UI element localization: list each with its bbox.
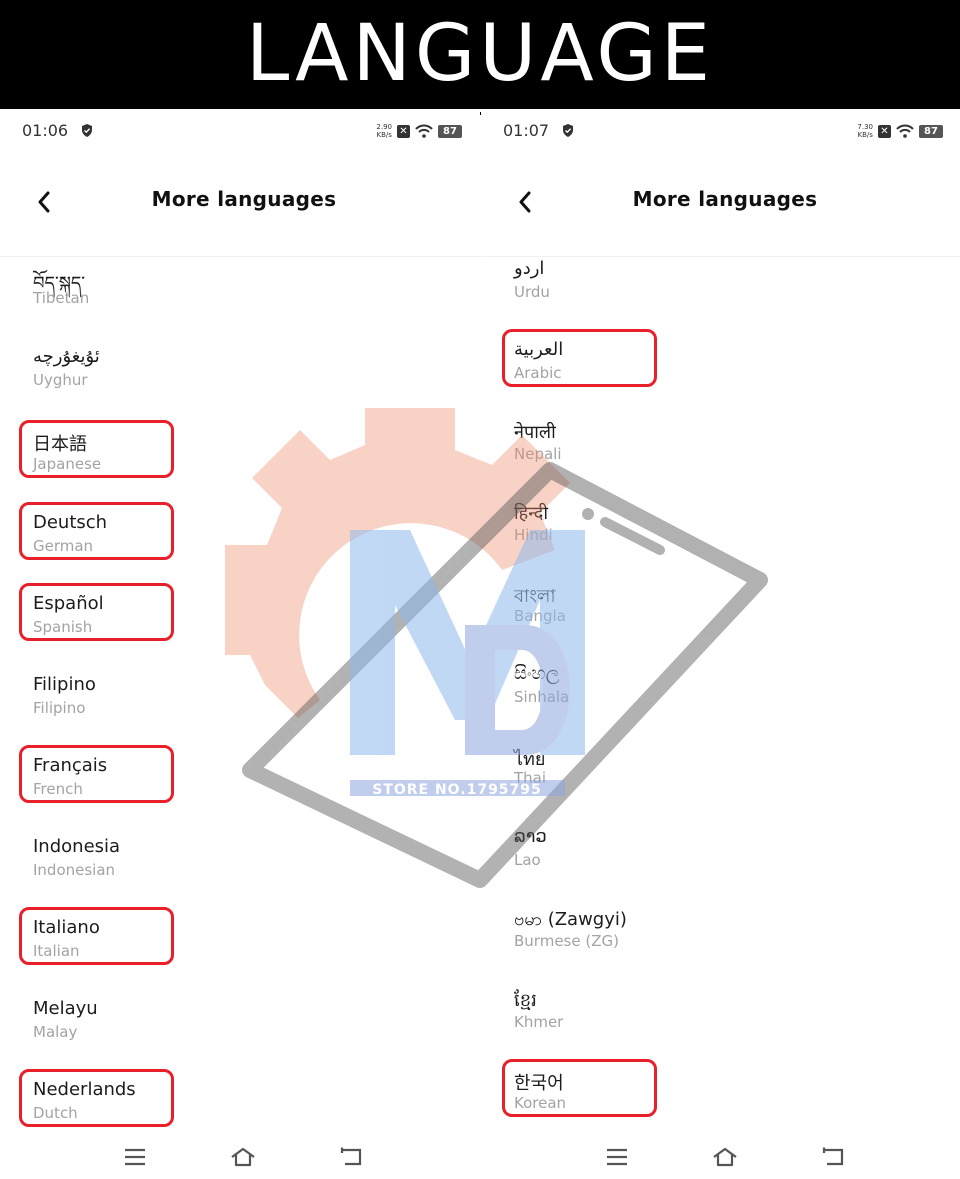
language-item-german[interactable]: Deutsch German [0,502,480,590]
language-item-spanish[interactable]: Español Spanish [0,583,480,671]
back-nav-button[interactable] [331,1142,371,1172]
navigation-bar [481,1142,960,1179]
status-time: 01:07 [503,121,574,140]
back-arrow-icon [340,1147,362,1166]
wifi-icon [415,124,433,138]
language-item-nepali[interactable]: नेपाली Nepali [481,420,960,498]
language-item-uyghur[interactable]: ئۇيغۇرچە Uyghur [0,346,480,424]
language-item-italian[interactable]: Italiano Italian [0,907,480,995]
wifi-icon [896,124,914,138]
language-item-urdu[interactable]: اردو Urdu [481,258,960,336]
status-bar: 01:06 2.90 KB/s ✕ 87 [0,112,480,152]
language-item-filipino[interactable]: Filipino Filipino [0,674,480,752]
language-item-thai[interactable]: ไทย Thai [481,744,960,822]
language-item-malay[interactable]: Melayu Malay [0,998,480,1076]
home-button[interactable] [705,1142,745,1172]
battery-indicator: 87 [919,124,943,138]
status-icons: 7.30 KB/s ✕ 87 [857,122,943,140]
menu-button[interactable] [115,1142,155,1172]
language-item-korean[interactable]: 한국어 Korean [481,1059,960,1147]
navigation-bar [0,1142,480,1179]
no-sim-icon: ✕ [878,124,891,138]
network-speed: 7.30 KB/s [857,123,873,139]
no-sim-icon: ✕ [397,124,410,138]
home-icon [231,1147,255,1167]
back-nav-button[interactable] [813,1142,853,1172]
menu-button[interactable] [597,1142,637,1172]
phone-screen-left: 01:06 2.90 KB/s ✕ 87 More languages བོད་… [0,112,480,1179]
battery-indicator: 87 [438,124,462,138]
language-item-french[interactable]: Français French [0,745,480,833]
language-item-japanese[interactable]: 日本語 Japanese [0,420,480,508]
menu-icon [125,1148,145,1166]
page-banner: LANGUAGE [0,0,960,112]
header: More languages [481,172,960,232]
menu-icon [607,1148,627,1166]
page-title: More languages [632,187,818,211]
language-item-lao[interactable]: ລາວ Lao [481,826,960,904]
language-item-khmer[interactable]: ខ្មែរ Khmer [481,988,960,1066]
language-item-hindi[interactable]: हिन्दी Hindi [481,501,960,579]
network-speed: 2.90 KB/s [376,123,392,139]
language-item-bangla[interactable]: বাংলা Bangla [481,582,960,660]
phone-screen-right: 01:07 7.30 KB/s ✕ 87 More languages اردو… [481,112,960,1179]
language-item-burmese[interactable]: ဗမာ (Zawgyi) Burmese (ZG) [481,907,960,985]
page-title: More languages [151,187,337,211]
header-divider [0,256,480,257]
status-time: 01:06 [22,121,93,140]
banner-title: LANGUAGE [245,9,715,99]
language-item-indonesian[interactable]: Indonesia Indonesian [0,836,480,914]
shield-icon [563,124,574,137]
language-item-tibetan[interactable]: བོད་སྐད་ Tibetan [0,264,480,342]
language-item-arabic[interactable]: العربية Arabic [481,329,960,417]
home-button[interactable] [223,1142,263,1172]
status-icons: 2.90 KB/s ✕ 87 [376,122,462,140]
shield-icon [82,124,93,137]
header-divider [481,256,960,257]
home-icon [713,1147,737,1167]
header: More languages [0,172,480,232]
language-item-sinhala[interactable]: සිංහල Sinhala [481,663,960,741]
status-bar: 01:07 7.30 KB/s ✕ 87 [481,112,960,152]
back-arrow-icon [822,1147,844,1166]
